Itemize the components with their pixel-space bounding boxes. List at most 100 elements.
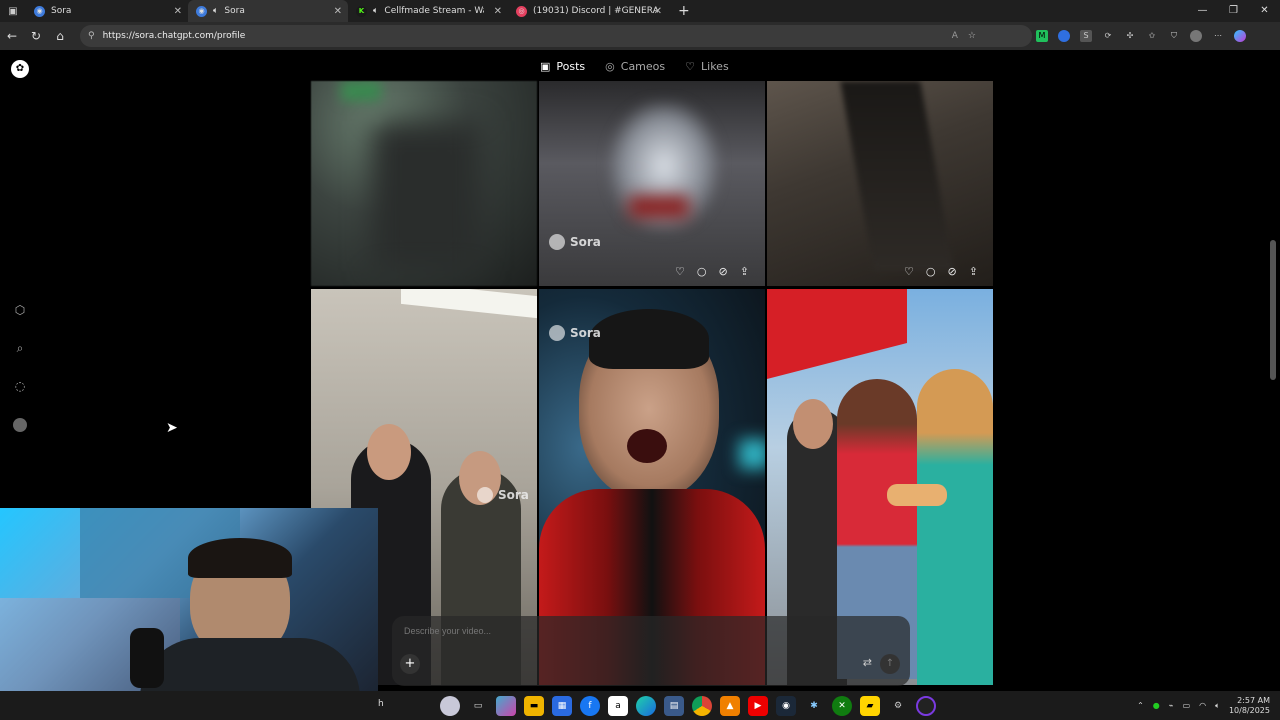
comment-icon[interactable]: ○ <box>697 265 707 278</box>
describe-video-input[interactable] <box>404 626 804 636</box>
windows-taskbar: h ▭ ▬ ▦ f a ▤ ▲ ▶ ◉ ✱ ✕ ▰ ⚙ ⌃ ● ⌁ ▭ ◠ 🔈︎… <box>0 691 1280 720</box>
video-thumbnail[interactable]: Sora ♡ ○ ⊘ ⇪ <box>539 81 765 286</box>
sticky-notes-icon[interactable]: ▰ <box>860 695 880 716</box>
copilot-app-icon[interactable] <box>496 695 516 716</box>
url-field[interactable]: ⚲ https://sora.chatgpt.com/profile A ☆ <box>80 25 1032 47</box>
tab-likes[interactable]: ♡ Likes <box>685 56 729 76</box>
home-feed-icon[interactable]: ⬡ <box>12 302 28 318</box>
site-info-icon[interactable]: ⚲ <box>88 31 95 41</box>
prompt-composer: + ⇄ ↑ <box>392 616 910 686</box>
share-icon[interactable]: ⇪ <box>969 265 978 278</box>
extensions-puzzle-icon[interactable]: ✣ <box>1124 30 1136 42</box>
task-view-icon[interactable]: ▭ <box>468 696 488 716</box>
profile-avatar-icon[interactable] <box>1190 30 1202 42</box>
amazon-icon[interactable]: a <box>608 695 628 716</box>
xbox-icon[interactable]: ✕ <box>832 695 852 716</box>
remix-icon[interactable]: ⊘ <box>718 265 727 278</box>
calculator-icon[interactable]: ▤ <box>664 695 684 716</box>
extensions-bar: M S ⟳ ✣ ✩ ⛉ ⋯ <box>1036 22 1246 50</box>
favorites-icon[interactable]: ✩ <box>1146 30 1158 42</box>
vlc-icon[interactable]: ▲ <box>720 695 740 716</box>
watermark-text: Sora <box>498 488 529 502</box>
facebook-icon[interactable]: f <box>580 695 600 716</box>
reload-icon[interactable]: ↻ <box>24 29 48 43</box>
volume-icon[interactable]: 🔈︎ <box>1215 701 1220 711</box>
tab-posts[interactable]: ▣ Posts <box>540 56 585 76</box>
share-icon[interactable]: ⇪ <box>740 265 749 278</box>
browser-tab-sora-1[interactable]: ◉ Sora ✕ <box>26 0 188 22</box>
remix-icon[interactable]: ⊘ <box>947 265 956 278</box>
clock-time: 2:57 AM <box>1237 695 1270 705</box>
settings-gear-icon[interactable]: ⚙ <box>888 696 908 716</box>
tab-title: Sora <box>224 6 245 16</box>
user-avatar-icon[interactable] <box>13 418 27 432</box>
tab-cameos[interactable]: ◎ Cameos <box>605 56 665 76</box>
close-tab-icon[interactable]: ✕ <box>334 6 342 17</box>
home-icon[interactable]: ⌂ <box>48 29 72 43</box>
post-actions: ♡ ○ ⊘ ⇪ <box>675 265 749 278</box>
watermark-text: Sora <box>570 326 601 340</box>
taskbar-apps: ▭ ▬ ▦ f a ▤ ▲ ▶ ◉ ✱ ✕ ▰ ⚙ <box>440 691 936 720</box>
close-tab-icon[interactable]: ✕ <box>174 6 182 17</box>
mouse-cursor-icon: ➤ <box>166 420 178 436</box>
close-tab-icon[interactable]: ✕ <box>494 6 502 17</box>
sora-logo-icon[interactable]: ✿ <box>11 60 29 78</box>
settings-sliders-icon[interactable]: ⇄ <box>863 656 872 669</box>
app-snowflake-icon[interactable]: ✱ <box>804 696 824 716</box>
taskbar-search-label[interactable]: h <box>378 699 384 709</box>
back-icon[interactable]: ← <box>0 29 24 43</box>
browser-tab-kick-stream[interactable]: K 🔈︎ Cellfmade Stream - Watch Li ✕ <box>348 0 508 22</box>
browser-tab-bar: ▣ ◉ Sora ✕ ◉ 🔈︎ Sora ✕ K 🔈︎ Cellfmade St… <box>0 0 1280 22</box>
youtube-icon[interactable]: ▶ <box>748 695 768 716</box>
copilot-icon[interactable] <box>1234 30 1246 42</box>
edge-icon[interactable] <box>636 695 656 716</box>
more-menu-icon[interactable]: ⋯ <box>1212 30 1224 42</box>
video-thumbnail[interactable] <box>311 81 537 286</box>
video-thumbnail[interactable]: ♡ ○ ⊘ ⇪ <box>767 81 993 286</box>
tab-title: Sora <box>51 6 72 16</box>
scrollbar-thumb[interactable] <box>1270 240 1276 380</box>
browser-tab-sora-2[interactable]: ◉ 🔈︎ Sora ✕ <box>188 0 348 22</box>
chevron-up-icon[interactable]: ⌃ <box>1137 701 1144 710</box>
comment-icon[interactable]: ○ <box>926 265 936 278</box>
refresh-extension-icon[interactable]: ⟳ <box>1102 30 1114 42</box>
network-icon[interactable]: ⌁ <box>1169 701 1174 710</box>
like-heart-icon[interactable]: ♡ <box>904 265 914 278</box>
posts-grid: Sora ♡ ○ ⊘ ⇪ ♡ ○ ⊘ ⇪ Sora Sora <box>311 81 993 685</box>
minimize-icon[interactable]: — <box>1187 0 1218 22</box>
favorite-star-icon[interactable]: ☆ <box>968 31 976 41</box>
extension-s-icon[interactable]: S <box>1080 30 1092 42</box>
speaker-icon[interactable]: 🔈︎ <box>213 6 218 16</box>
shield-icon[interactable]: ⛉ <box>1168 30 1180 42</box>
sora-watermark-icon <box>549 234 565 250</box>
read-aloud-icon[interactable]: A <box>952 31 958 41</box>
widget-pill-icon[interactable] <box>440 695 460 716</box>
notifications-bell-icon[interactable]: ◌ <box>12 378 28 394</box>
close-window-icon[interactable]: ✕ <box>1249 0 1280 22</box>
restore-icon[interactable]: ❐ <box>1218 0 1249 22</box>
browser-tab-discord[interactable]: ◎ (19031) Discord | #GENERAL | Celli ✕ <box>508 0 668 22</box>
submit-arrow-icon[interactable]: ↑ <box>880 654 900 674</box>
search-icon[interactable]: ⌕ <box>12 340 28 356</box>
sora-watermark: Sora <box>549 234 601 250</box>
wifi-icon[interactable]: ◠ <box>1199 701 1206 710</box>
steam-icon[interactable]: ◉ <box>776 695 796 716</box>
extension-circle-icon[interactable] <box>1058 30 1070 42</box>
page-scrollbar[interactable] <box>1269 50 1277 686</box>
chrome-icon[interactable] <box>692 695 712 716</box>
close-tab-icon[interactable]: ✕ <box>654 6 662 17</box>
clock[interactable]: 2:57 AM 10/8/2025 <box>1229 696 1270 716</box>
sora-watermark: Sora <box>549 325 601 341</box>
add-media-button[interactable]: + <box>400 654 420 674</box>
obs-icon[interactable] <box>916 695 936 716</box>
speaker-icon[interactable]: 🔈︎ <box>373 6 378 16</box>
like-heart-icon[interactable]: ♡ <box>675 265 685 278</box>
display-icon[interactable]: ▭ <box>1183 701 1191 710</box>
extension-m-icon[interactable]: M <box>1036 30 1048 42</box>
tab-actions-icon[interactable]: ▣ <box>0 0 26 22</box>
system-tray: ⌃ ● ⌁ ▭ ◠ 🔈︎ 2:57 AM 10/8/2025 <box>1137 691 1270 720</box>
store-icon[interactable]: ▦ <box>552 695 572 716</box>
new-tab-button[interactable]: + <box>678 3 690 19</box>
microphone-icon[interactable]: ● <box>1153 701 1160 710</box>
file-explorer-icon[interactable]: ▬ <box>524 695 544 716</box>
